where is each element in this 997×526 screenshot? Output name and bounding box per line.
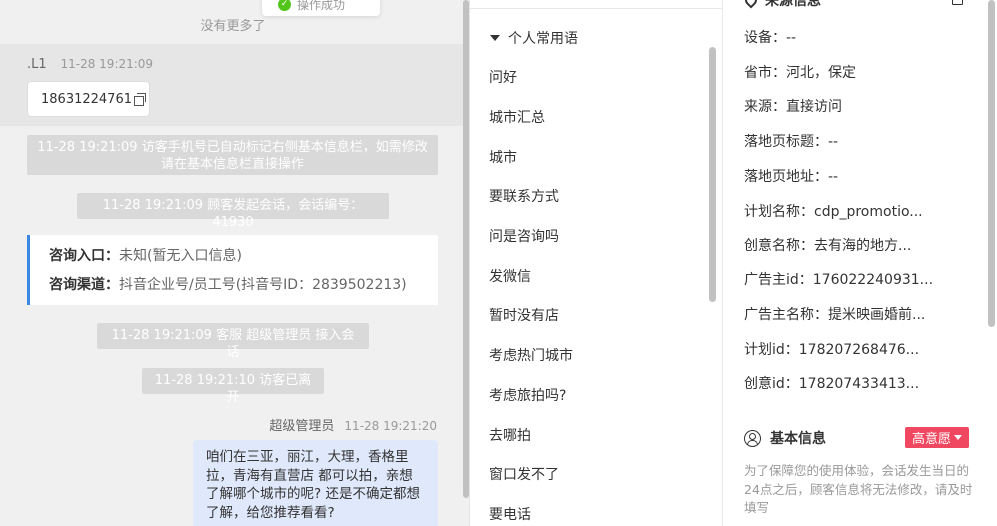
phrase-item[interactable]: 考虑热门城市 xyxy=(489,345,573,365)
user-icon xyxy=(744,429,761,447)
visitor-time: 11-28 19:21:09 xyxy=(60,57,154,71)
consult-entry-label: 咨询入口： xyxy=(49,248,119,264)
toast-text: 操作成功 xyxy=(297,0,346,12)
phrase-item[interactable]: 问是咨询吗 xyxy=(489,226,559,246)
phrase-item[interactable]: 暂时没有店 xyxy=(489,305,559,325)
visitor-name: .L1 xyxy=(27,57,47,72)
info-scrollbar[interactable] xyxy=(988,0,995,327)
consult-channel-value: 抖音企业号/员工号(抖音号ID：2839502213) xyxy=(119,277,407,293)
phrase-item[interactable]: 窗口发不了 xyxy=(489,464,559,484)
caret-down-icon xyxy=(954,435,962,440)
phrase-item[interactable]: 城市 xyxy=(489,147,517,167)
basic-info-title: 基本信息 xyxy=(770,431,826,447)
chat-panel: ✓ 操作成功 没有更多了 .L1 11-28 19:21:09 18631224… xyxy=(0,0,470,526)
visitor-meta: .L1 11-28 19:21:09 xyxy=(27,57,153,72)
chat-scrollbar[interactable] xyxy=(463,0,469,498)
consult-channel-label: 咨询渠道： xyxy=(49,277,119,293)
caret-down-icon xyxy=(490,35,500,41)
agent-name: 超级管理员 xyxy=(269,419,335,434)
info-landing-url: 落地页地址：-- xyxy=(744,169,839,185)
system-message: 11-28 19:21:09 顾客发起会话，会话编号：41930 xyxy=(77,193,389,230)
phrase-group-header[interactable]: 个人常用语 xyxy=(490,28,578,48)
info-advertiser-id: 广告主id：176022240931... xyxy=(744,272,934,288)
success-toast: ✓ 操作成功 xyxy=(262,0,380,16)
basic-info-header: 基本信息 xyxy=(744,428,826,448)
consult-info-card: 咨询入口：未知(暂无入口信息) 咨询渠道：抖音企业号/员工号(抖音号ID：283… xyxy=(27,235,438,305)
info-creative-name: 创意名称：去有海的地方... xyxy=(744,238,912,254)
check-icon: ✓ xyxy=(278,0,291,11)
phrase-item[interactable]: 问好 xyxy=(489,67,517,87)
info-creative-id: 创意id：178207433413... xyxy=(744,376,920,392)
edit-notice: 为了保障您的使用体验，会话发生当日的24点之后，顾客信息将无法修改，请及时填写 xyxy=(744,463,973,515)
copy-icon[interactable] xyxy=(133,93,146,106)
system-message: 11-28 19:21:09 客服 超级管理员 接入会话 xyxy=(97,323,369,360)
info-landing-title: 落地页标题：-- xyxy=(744,134,839,150)
info-device: 设备：-- xyxy=(744,30,797,46)
intent-level-dropdown[interactable]: 高意愿 xyxy=(905,427,969,448)
phrase-item[interactable]: 要电话 xyxy=(489,504,531,524)
intent-level-label: 高意愿 xyxy=(911,432,951,447)
agent-message-bubble: 咱们在三亚，丽江，大理，香格里拉，青海有直营店 都可以拍，亲想了解哪个城市的呢?… xyxy=(193,440,438,526)
phone-number: 18631224761 xyxy=(41,91,132,107)
phrases-scrollbar[interactable] xyxy=(709,47,716,302)
phrase-item[interactable]: 城市汇总 xyxy=(489,107,545,127)
phrase-item[interactable]: 去哪拍 xyxy=(489,425,531,445)
info-plan-name: 计划名称：cdp_promotio... xyxy=(744,204,923,220)
phrase-item[interactable]: 考虑旅拍吗? xyxy=(489,385,566,405)
info-plan-id: 计划id：178207268476... xyxy=(744,342,920,358)
phone-message-bubble: 18631224761 xyxy=(27,81,150,117)
phrase-item[interactable]: 要联系方式 xyxy=(489,186,559,206)
system-message: 11-28 19:21:10 访客已离开 xyxy=(142,368,324,405)
phrase-group-title: 个人常用语 xyxy=(508,31,578,47)
phrase-item[interactable]: 发微信 xyxy=(489,266,531,286)
customer-info-panel: 来源信息 设备：-- 省市：河北，保定 来源：直接访问 落地页标题：-- 落地页… xyxy=(723,0,997,526)
info-province-city: 省市：河北，保定 xyxy=(744,65,856,81)
info-source: 来源：直接访问 xyxy=(744,99,842,115)
source-info-title: 来源信息 xyxy=(765,0,821,9)
source-info-header: 来源信息 xyxy=(742,0,821,10)
quick-phrases-panel: 个人常用语 问好 城市汇总 城市 要联系方式 问是咨询吗 发微信 暂时没有店 考… xyxy=(470,0,723,526)
consult-entry-value: 未知(暂无入口信息) xyxy=(119,248,242,264)
location-icon xyxy=(742,0,760,9)
info-advertiser-name: 广告主名称：提米映画婚前... xyxy=(744,307,926,323)
agent-meta: 超级管理员 11-28 19:21:20 xyxy=(269,415,437,434)
edit-icon[interactable] xyxy=(952,0,963,5)
system-message: 11-28 19:21:09 访客手机号已自动标记右侧基本信息栏，如需修改请在基… xyxy=(27,135,438,175)
divider xyxy=(470,8,722,9)
agent-time: 11-28 19:21:20 xyxy=(344,419,437,433)
no-more-text: 没有更多了 xyxy=(200,19,266,34)
